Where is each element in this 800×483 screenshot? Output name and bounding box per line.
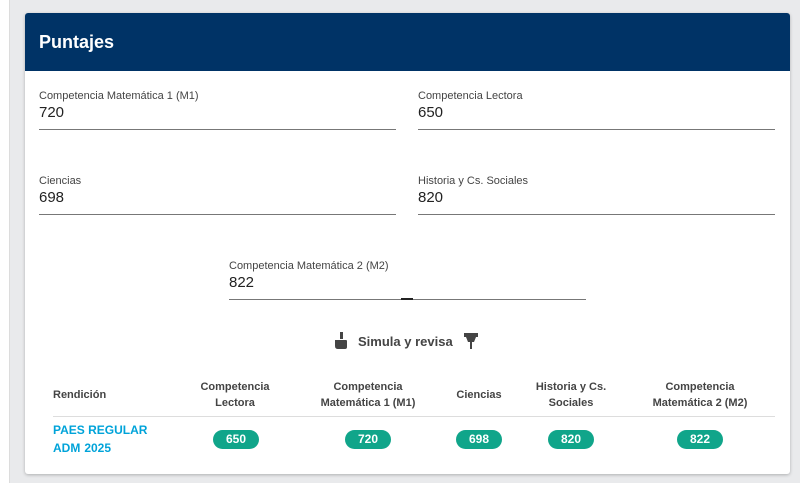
rendicion-link[interactable]: PAES REGULAR ADM 2025 (53, 421, 163, 457)
header-m2-line2: Matemática 2 (M2) (652, 397, 748, 409)
score-badge-m1: 720 (345, 430, 391, 449)
historia-field-label: Historia y Cs. Sociales (418, 175, 529, 187)
m2-field-label: Competencia Matemática 2 (M2) (229, 260, 389, 272)
header-historia-line2: Sociales (548, 397, 594, 409)
m1-field-label: Competencia Matemática 1 (M1) (39, 90, 199, 102)
rendicion-line1: PAES REGULAR (53, 423, 148, 437)
rendicion-adm: ADM (53, 441, 81, 455)
header-lectora-line1: Competencia (200, 381, 270, 393)
rendicion-line2: ADM 2025 (53, 439, 163, 457)
rendicion-year: 2025 (84, 441, 112, 455)
header-m1-line1: Competencia (333, 381, 403, 393)
lectora-input[interactable]: 650 (418, 104, 775, 121)
header-m1-line2: Matemática 1 (M1) (320, 397, 416, 409)
card-title: Puntajes (39, 32, 115, 52)
ciencias-input[interactable]: 698 (39, 189, 396, 206)
header-lectora-line2: Lectora (215, 397, 255, 409)
table-divider (53, 416, 775, 417)
header-ciencias: Ciencias (456, 389, 502, 401)
ciencias-field-label: Ciencias (39, 175, 82, 187)
historia-input[interactable]: 820 (418, 189, 775, 206)
ciencias-field: Ciencias 698 (39, 175, 396, 225)
historia-underline (418, 214, 775, 215)
m2-input[interactable]: 822 (229, 274, 586, 291)
text-cursor-mark (401, 298, 413, 300)
score-badge-m2: 822 (677, 430, 723, 449)
header-m1: Competencia Matemática 1 (M1) (308, 379, 428, 411)
header-historia-line1: Historia y Cs. (535, 381, 607, 393)
lectora-underline (418, 129, 775, 130)
header-rendicion: Rendición (53, 389, 107, 401)
m1-field: Competencia Matemática 1 (M1) 720 (39, 90, 396, 140)
lectora-field: Competencia Lectora 650 (418, 90, 775, 140)
card-header: Puntajes (25, 13, 790, 71)
header-lectora: Competencia Lectora (185, 379, 285, 411)
lectora-field-label: Competencia Lectora (418, 90, 523, 102)
historia-field: Historia y Cs. Sociales 820 (418, 175, 775, 225)
header-m2-line1: Competencia (665, 381, 735, 393)
header-m2: Competencia Matemática 2 (M2) (640, 379, 760, 411)
m2-field: Competencia Matemática 2 (M2) 822 (229, 260, 586, 310)
m1-underline (39, 129, 396, 130)
score-badge-historia: 820 (548, 430, 594, 449)
m1-input[interactable]: 720 (39, 104, 396, 121)
left-panel-edge (0, 0, 10, 483)
header-historia: Historia y Cs. Sociales (521, 379, 621, 411)
pin-icon (463, 332, 479, 350)
score-badge-ciencias: 698 (456, 430, 502, 449)
simula-revisa-button[interactable]: Simula y revisa (334, 330, 479, 352)
thumb-down-icon (334, 332, 348, 350)
simula-label: Simula y revisa (358, 333, 453, 349)
ciencias-underline (39, 214, 396, 215)
score-badge-lectora: 650 (213, 430, 259, 449)
puntajes-card: Puntajes Competencia Matemática 1 (M1) 7… (25, 13, 790, 474)
